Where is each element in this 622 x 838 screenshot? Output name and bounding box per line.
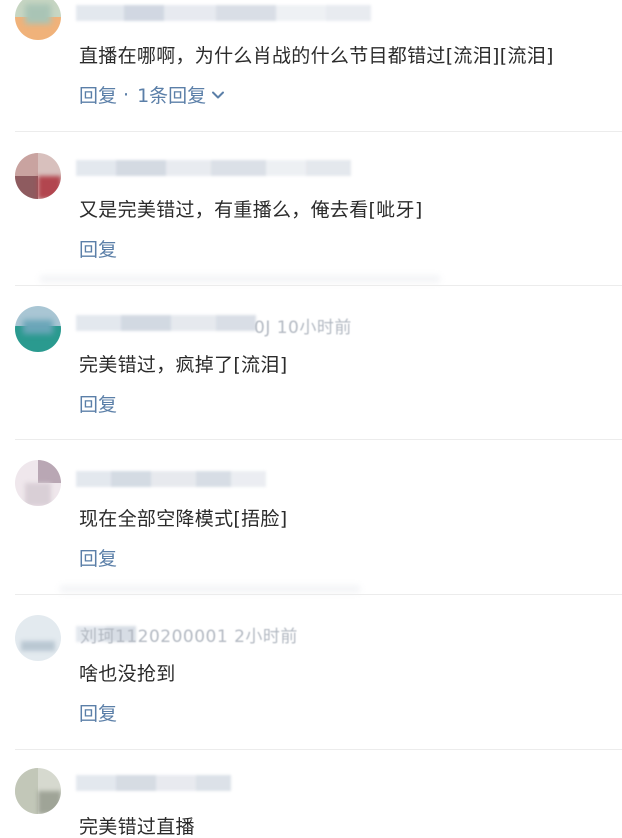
avatar[interactable]	[15, 153, 61, 199]
reply-row: 回复 · 1条回复	[79, 81, 226, 108]
reply-button[interactable]: 回复	[79, 390, 117, 417]
username-blurred[interactable]	[76, 312, 256, 334]
comment-item: 又是完美错过，有重播么，俺去看[呲牙] 回复	[0, 132, 622, 286]
username-blurred[interactable]	[76, 157, 376, 179]
avatar[interactable]	[15, 0, 61, 40]
comment-text: 啥也没抢到	[79, 663, 176, 685]
decorative-smudge	[40, 275, 440, 283]
comment-text: 完美错过直播	[79, 816, 195, 838]
reply-row: 回复	[79, 390, 117, 417]
comment-meta: 刘珂1120200001 2小时前	[80, 627, 298, 647]
comment-item: 现在全部空降模式[捂脸] 回复	[0, 440, 622, 595]
comment-item: 直播在哪啊，为什么肖战的什么节目都错过[流泪][流泪] 回复 · 1条回复	[0, 0, 622, 132]
comment-text: 直播在哪啊，为什么肖战的什么节目都错过[流泪][流泪]	[79, 45, 554, 67]
decorative-smudge	[60, 585, 360, 593]
reply-button[interactable]: 回复	[79, 81, 117, 108]
reply-separator: ·	[123, 83, 130, 106]
avatar[interactable]	[15, 306, 61, 352]
reply-button[interactable]: 回复	[79, 699, 117, 726]
avatar[interactable]	[15, 460, 61, 506]
comment-text: 又是完美错过，有重播么，俺去看[呲牙]	[79, 199, 423, 221]
reply-row: 回复	[79, 544, 117, 571]
comment-text: 现在全部空降模式[捂脸]	[79, 508, 288, 530]
avatar[interactable]	[15, 768, 61, 814]
username-blurred[interactable]	[76, 468, 266, 490]
avatar[interactable]	[15, 615, 61, 661]
comment-text: 完美错过，疯掉了[流泪]	[79, 354, 288, 376]
comment-list: 直播在哪啊，为什么肖战的什么节目都错过[流泪][流泪] 回复 · 1条回复 又是	[0, 0, 622, 838]
reply-row: 回复	[79, 235, 117, 262]
reply-button[interactable]: 回复	[79, 544, 117, 571]
reply-count-toggle[interactable]: 1条回复	[137, 81, 206, 108]
comment-item: 刘珂1120200001 2小时前 啥也没抢到 回复	[0, 595, 622, 750]
reply-row: 回复	[79, 699, 117, 726]
comment-item: 0J 10小时前 完美错过，疯掉了[流泪] 回复	[0, 286, 622, 440]
username-blurred[interactable]	[76, 2, 376, 24]
chevron-down-icon[interactable]	[210, 87, 226, 103]
username-blurred[interactable]	[76, 772, 231, 794]
comment-meta: 0J 10小时前	[254, 318, 352, 338]
reply-button[interactable]: 回复	[79, 235, 117, 262]
comment-item: 完美错过直播	[0, 750, 622, 838]
